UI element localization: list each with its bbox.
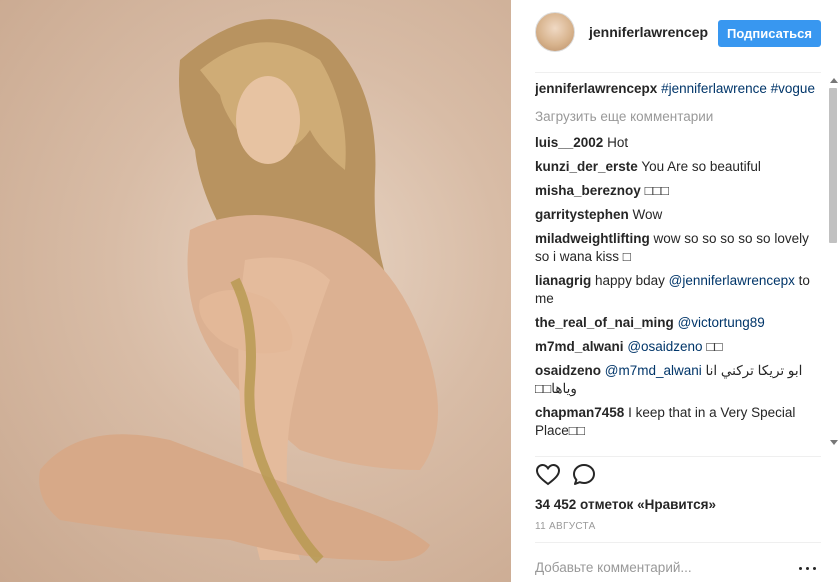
author-avatar[interactable] bbox=[535, 12, 575, 52]
comments-list: jenniferlawrencepx #jenniferlawrence #vo… bbox=[535, 80, 825, 452]
comment-text: happy bday bbox=[595, 273, 665, 288]
comments-scrollbar[interactable] bbox=[827, 72, 839, 456]
comment-item: the_real_of_nai_ming @victortung89 bbox=[535, 314, 825, 332]
post-header: jenniferlawrencep Подписаться bbox=[511, 0, 839, 72]
comment-username[interactable]: chapman7458 bbox=[535, 405, 624, 420]
comment-username[interactable]: the_real_of_nai_ming bbox=[535, 315, 674, 330]
comment-username[interactable]: lianagrig bbox=[535, 273, 591, 288]
comment-username[interactable]: m7md_alwani bbox=[535, 339, 624, 354]
comment-text: You Are so beautiful bbox=[641, 159, 761, 174]
actions-divider bbox=[535, 456, 821, 457]
comment-item: osaidzeno @m7md_alwani ابو تريكا تركني ا… bbox=[535, 362, 825, 398]
more-options-icon[interactable] bbox=[796, 565, 820, 573]
caption: jenniferlawrencepx #jenniferlawrence #vo… bbox=[535, 80, 825, 98]
load-more-comments[interactable]: Загрузить еще комментарии bbox=[535, 108, 825, 126]
photo-illustration bbox=[39, 19, 438, 564]
scrollbar-thumb[interactable] bbox=[829, 88, 837, 243]
post-sidebar: jenniferlawrencep Подписаться jenniferla… bbox=[511, 0, 839, 582]
comment-text: □□ bbox=[706, 339, 723, 354]
mention-link[interactable]: @victortung89 bbox=[678, 315, 765, 330]
add-comment-input[interactable] bbox=[535, 556, 785, 578]
hashtag-link[interactable]: #jenniferlawrence bbox=[661, 81, 767, 96]
comment-item: lianagrig happy bday @jenniferlawrencepx… bbox=[535, 272, 825, 308]
comment-username[interactable]: kunzi_der_erste bbox=[535, 159, 638, 174]
author-username[interactable]: jenniferlawrencep bbox=[589, 24, 708, 40]
comment-item: misha_bereznoy □□□ bbox=[535, 182, 825, 200]
comment-item: miladweightlifting wow so so so so so lo… bbox=[535, 230, 825, 266]
caption-username[interactable]: jenniferlawrencepx bbox=[535, 81, 657, 96]
comment-username[interactable]: misha_bereznoy bbox=[535, 183, 641, 198]
comment-item: chapman7458 I keep that in a Very Specia… bbox=[535, 404, 825, 440]
comment-username[interactable]: osaidzeno bbox=[535, 363, 601, 378]
heart-icon[interactable] bbox=[535, 462, 561, 488]
comment-text: Hot bbox=[607, 135, 629, 150]
comment-username[interactable]: miladweightlifting bbox=[535, 231, 650, 246]
follow-button[interactable]: Подписаться bbox=[718, 20, 821, 47]
comment-text: □□□ bbox=[644, 183, 670, 198]
post-date: 11 АВГУСТА bbox=[535, 521, 596, 532]
scroll-up-arrow-icon[interactable] bbox=[830, 78, 838, 83]
comment-text: Wow bbox=[632, 207, 663, 222]
comment-username[interactable]: garritystephen bbox=[535, 207, 629, 222]
hashtag-link[interactable]: #vogue bbox=[771, 81, 815, 96]
mention-link[interactable]: @osaidzeno bbox=[627, 339, 702, 354]
comment-icon[interactable] bbox=[571, 462, 597, 488]
comment-item: luis__2002 Hot bbox=[535, 134, 825, 152]
header-divider bbox=[535, 72, 821, 73]
comment-item: m7md_alwani @osaidzeno □□ bbox=[535, 338, 825, 356]
scroll-down-arrow-icon[interactable] bbox=[830, 440, 838, 445]
comment-item: kunzi_der_erste You Are so beautiful bbox=[535, 158, 825, 176]
mention-link[interactable]: @jenniferlawrencepx bbox=[669, 273, 795, 288]
comment-item: garritystephen Wow bbox=[535, 206, 825, 224]
comment-box-divider bbox=[535, 542, 821, 543]
likes-count[interactable]: 34 452 отметок «Нравится» bbox=[535, 497, 716, 512]
comment-username[interactable]: luis__2002 bbox=[535, 135, 603, 150]
mention-link[interactable]: @m7md_alwani bbox=[605, 363, 702, 378]
post-photo[interactable] bbox=[0, 0, 511, 582]
